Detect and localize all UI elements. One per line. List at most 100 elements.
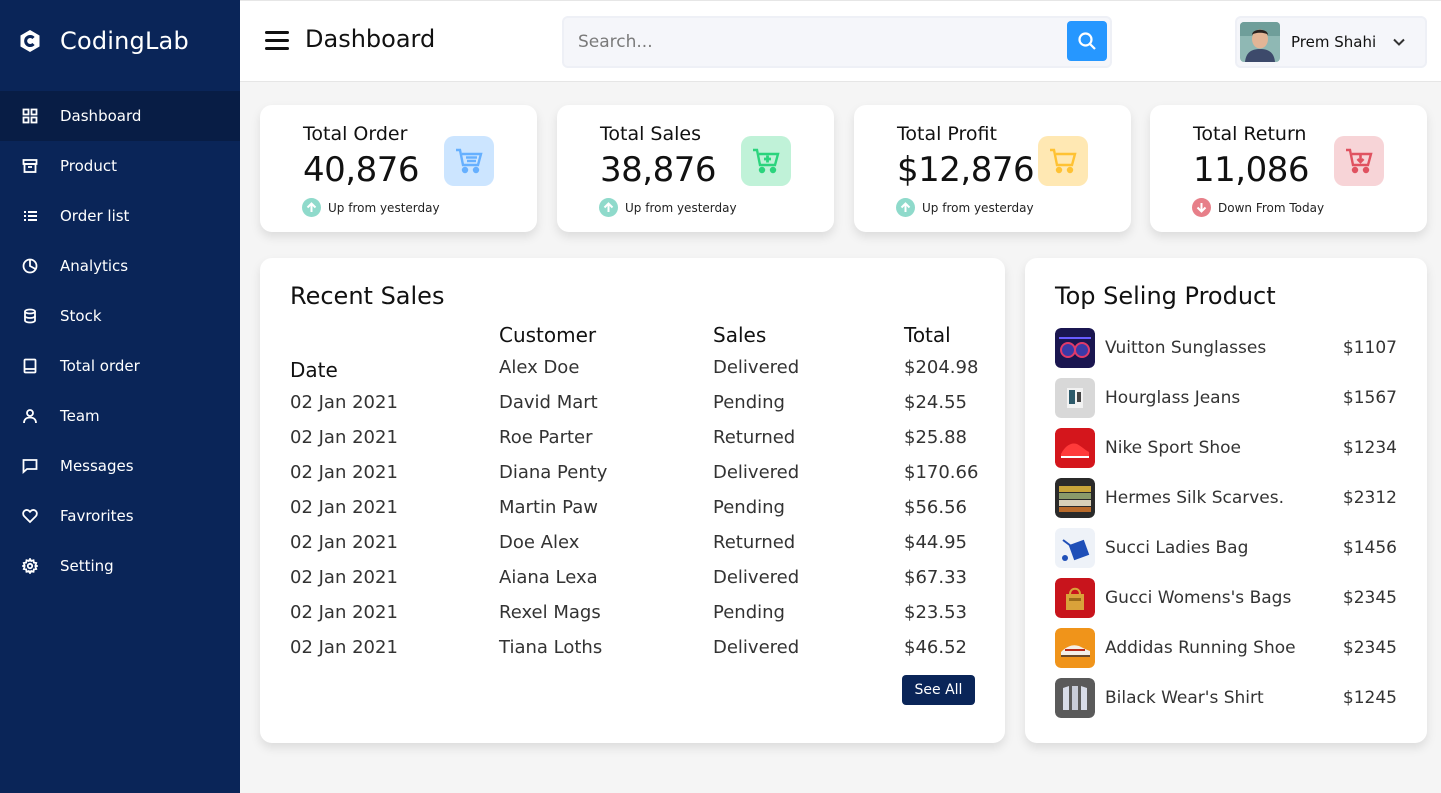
arrow-up-icon (896, 198, 915, 217)
top-selling-panel: Top Seling Product Vuitton Sunglasses $1… (1025, 258, 1427, 743)
product-price: $2345 (1342, 638, 1397, 658)
sidebar-item-label: Stock (60, 307, 102, 325)
sales-status-cell: Delivered (713, 462, 800, 483)
sidebar-item-product[interactable]: Product (0, 141, 240, 191)
customer-cell: Alex Doe (499, 357, 580, 378)
box-icon (20, 156, 40, 176)
product-price: $2312 (1342, 488, 1397, 508)
sidebar-item-order-list[interactable]: Order list (0, 191, 240, 241)
product-item[interactable]: Succi Ladies Bag $1456 (1055, 523, 1397, 573)
search-input[interactable] (578, 30, 1058, 54)
grid-icon (20, 106, 40, 126)
top-selling-title: Top Seling Product (1055, 282, 1276, 310)
date-column: Date 02 Jan 2021 02 Jan 2021 02 Jan 2021… (290, 355, 398, 665)
profile-name: Prem Shahi (1291, 33, 1377, 51)
sales-status-cell: Delivered (713, 357, 800, 378)
stat-indicator-text: Up from yesterday (625, 200, 737, 215)
sidebar-item-analytics[interactable]: Analytics (0, 241, 240, 291)
total-cell: $24.55 (904, 392, 967, 413)
customer-cell: Diana Penty (499, 462, 608, 483)
product-item[interactable]: Gucci Womens's Bags $2345 (1055, 573, 1397, 623)
total-cell: $56.56 (904, 497, 967, 518)
customer-header: Customer (499, 323, 597, 347)
total-column: Total $204.98 $24.55 $25.88 $170.66 $56.… (904, 320, 978, 665)
total-cell: $46.52 (904, 637, 967, 658)
stat-value: 40,876 (303, 150, 419, 190)
product-price: $1456 (1342, 538, 1397, 558)
customer-cell: Roe Parter (499, 427, 593, 448)
customer-cell: David Mart (499, 392, 598, 413)
shirt-product-image (1055, 678, 1095, 718)
cog-icon (20, 556, 40, 576)
database-icon (20, 306, 40, 326)
sidebar-item-messages[interactable]: Messages (0, 441, 240, 491)
product-item[interactable]: Vuitton Sunglasses $1107 (1055, 323, 1397, 373)
sidebar-item-total-order[interactable]: Total order (0, 341, 240, 391)
avatar (1240, 22, 1280, 62)
product-item[interactable]: Bilack Wear's Shirt $1245 (1055, 673, 1397, 723)
sidebar-item-label: Favrorites (60, 507, 134, 525)
date-cell: 02 Jan 2021 (290, 462, 398, 483)
product-price: $1234 (1342, 438, 1397, 458)
handbag-product-image (1055, 578, 1095, 618)
sales-status-cell: Delivered (713, 567, 800, 588)
message-icon (20, 456, 40, 476)
total-cell: $44.95 (904, 532, 967, 553)
product-item[interactable]: Hermes Silk Scarves. $2312 (1055, 473, 1397, 523)
running-shoe-product-image (1055, 628, 1095, 668)
date-cell: 02 Jan 2021 (290, 427, 398, 448)
sales-column: Sales Delivered Pending Returned Deliver… (713, 320, 799, 665)
brand[interactable]: CodingLab (0, 0, 240, 82)
product-item[interactable]: Addidas Running Shoe $2345 (1055, 623, 1397, 673)
sales-status-cell: Returned (713, 532, 796, 553)
product-price: $1107 (1342, 338, 1397, 358)
product-name: Hourglass Jeans (1105, 388, 1241, 408)
brand-name: CodingLab (60, 27, 189, 55)
product-name: Bilack Wear's Shirt (1105, 688, 1264, 708)
sidebar: CodingLab Dashboard Product Order list A… (0, 0, 240, 793)
profile-menu[interactable]: Prem Shahi (1235, 16, 1427, 68)
search-icon (1078, 32, 1096, 50)
date-cell: 02 Jan 2021 (290, 567, 398, 588)
product-price: $1567 (1342, 388, 1397, 408)
product-name: Succi Ladies Bag (1105, 538, 1249, 558)
hamburger-menu-icon[interactable] (265, 31, 289, 53)
search-button[interactable] (1067, 21, 1107, 61)
sidebar-item-setting[interactable]: Setting (0, 541, 240, 591)
stat-value: 11,086 (1193, 150, 1309, 190)
see-all-button[interactable]: See All (902, 675, 975, 705)
stat-title: Total Return (1193, 123, 1307, 145)
product-price: $1245 (1342, 688, 1397, 708)
product-name: Nike Sport Shoe (1105, 438, 1242, 458)
sidebar-item-label: Total order (60, 357, 140, 375)
cart-icon (1038, 136, 1088, 186)
scarves-product-image (1055, 478, 1095, 518)
customer-column: Customer Alex Doe David Mart Roe Parter … (499, 320, 607, 665)
sidebar-item-label: Dashboard (60, 107, 142, 125)
total-cell: $25.88 (904, 427, 967, 448)
customer-cell: Aiana Lexa (499, 567, 598, 588)
cart-plus-icon (741, 136, 791, 186)
sidebar-item-favrorites[interactable]: Favrorites (0, 491, 240, 541)
product-item[interactable]: Nike Sport Shoe $1234 (1055, 423, 1397, 473)
stat-indicator: Up from yesterday (896, 198, 1034, 217)
stat-indicator-text: Up from yesterday (328, 200, 440, 215)
customer-cell: Doe Alex (499, 532, 580, 553)
sidebar-item-label: Messages (60, 457, 134, 475)
stat-value: $12,876 (897, 150, 1035, 190)
arrow-down-icon (1192, 198, 1211, 217)
recent-sales-panel: Recent Sales Date 02 Jan 2021 02 Jan 202… (260, 258, 1005, 743)
customer-cell: Martin Paw (499, 497, 598, 518)
product-item[interactable]: Hourglass Jeans $1567 (1055, 373, 1397, 423)
sidebar-item-stock[interactable]: Stock (0, 291, 240, 341)
list-icon (20, 206, 40, 226)
sidebar-item-dashboard[interactable]: Dashboard (0, 91, 240, 141)
customer-cell: Rexel Mags (499, 602, 601, 623)
sidebar-item-team[interactable]: Team (0, 391, 240, 441)
customer-cell: Tiana Loths (499, 637, 603, 658)
arrow-up-icon (302, 198, 321, 217)
date-cell: 02 Jan 2021 (290, 497, 398, 518)
stat-card-total-profit: Total Profit $12,876 Up from yesterday (854, 105, 1131, 232)
codinglab-logo-icon (20, 30, 40, 52)
book-icon (20, 356, 40, 376)
